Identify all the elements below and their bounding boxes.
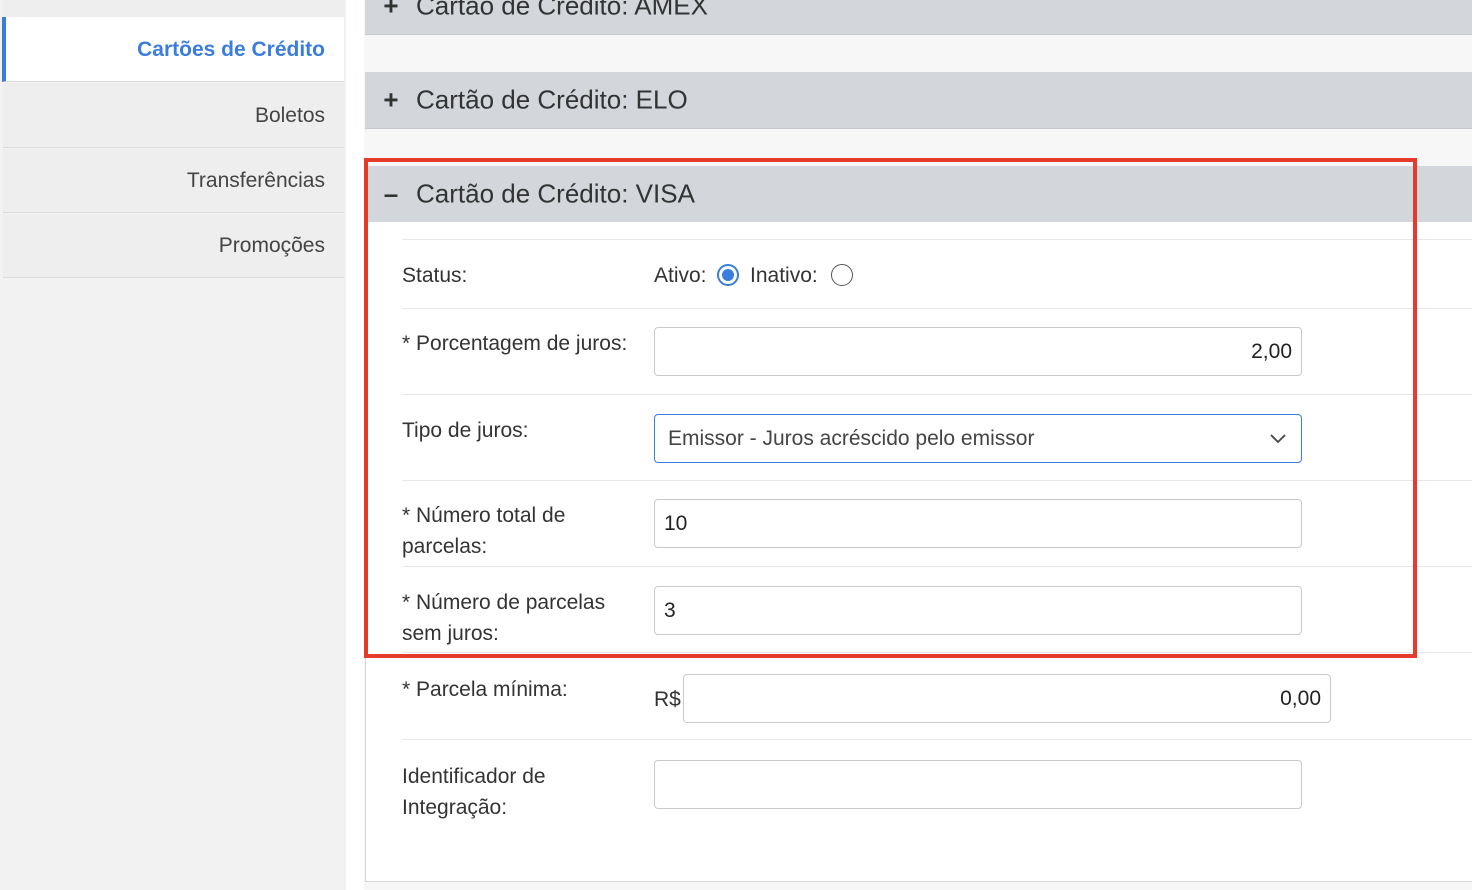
identificador-label: Identificador de Integração: [402,765,546,819]
sidebar-item-cartoes[interactable]: Cartões de Crédito [2,17,344,82]
sidebar-item-transferencias[interactable]: Transferências [3,149,344,213]
accordion-visa[interactable]: – Cartão de Crédito: VISA [365,166,1472,223]
tipo-juros-label: Tipo de juros: [402,419,529,442]
divider [402,480,1472,481]
sidebar-item-boletos[interactable]: Boletos [3,83,344,148]
minus-icon: – [383,178,399,209]
parcela-minima-input[interactable]: 0,00 [683,674,1331,723]
divider [402,739,1472,740]
divider [402,652,1472,653]
divider [402,308,1472,309]
sem-juros-label: * Número de parcelas sem juros: [402,591,606,645]
sidebar-item-promocoes[interactable]: Promoções [3,214,344,278]
porcentagem-label: * Porcentagem de juros: [402,332,628,355]
accordion-amex[interactable]: + Cartão de Crédito: AMEX [365,0,1472,35]
status-inativo-radio[interactable] [831,264,853,286]
divider [402,239,1472,240]
status-ativo-label: Ativo: [654,264,707,287]
status-label: Status: [402,264,468,287]
accordion-title: Cartão de Crédito: VISA [416,178,695,209]
accordion-title: Cartão de Crédito: ELO [416,84,688,115]
total-parcelas-input[interactable]: 10 [654,499,1302,548]
plus-icon: + [383,0,399,21]
divider [402,566,1472,567]
divider [402,394,1472,395]
porcentagem-input[interactable]: 2,00 [654,327,1302,376]
chevron-down-icon [1270,434,1286,444]
currency-prefix: R$ [654,688,681,711]
sidebar-top-item [3,0,344,18]
parcela-minima-label: * Parcela mínima: [402,678,568,701]
accordion-title: Cartão de Crédito: AMEX [416,0,708,21]
tipo-juros-value: Emissor - Juros acréscido pelo emissor [668,427,1035,450]
sidebar: Cartões de Crédito Boletos Transferência… [0,0,347,890]
tipo-juros-select[interactable]: Emissor - Juros acréscido pelo emissor [654,414,1302,463]
status-ativo-radio[interactable] [717,264,739,286]
status-inativo-label: Inativo: [750,264,818,287]
identificador-input[interactable] [654,760,1302,809]
plus-icon: + [383,84,399,115]
total-parcelas-label: * Número total de parcelas: [402,504,566,558]
sem-juros-input[interactable]: 3 [654,586,1302,635]
accordion-elo[interactable]: + Cartão de Crédito: ELO [365,72,1472,129]
